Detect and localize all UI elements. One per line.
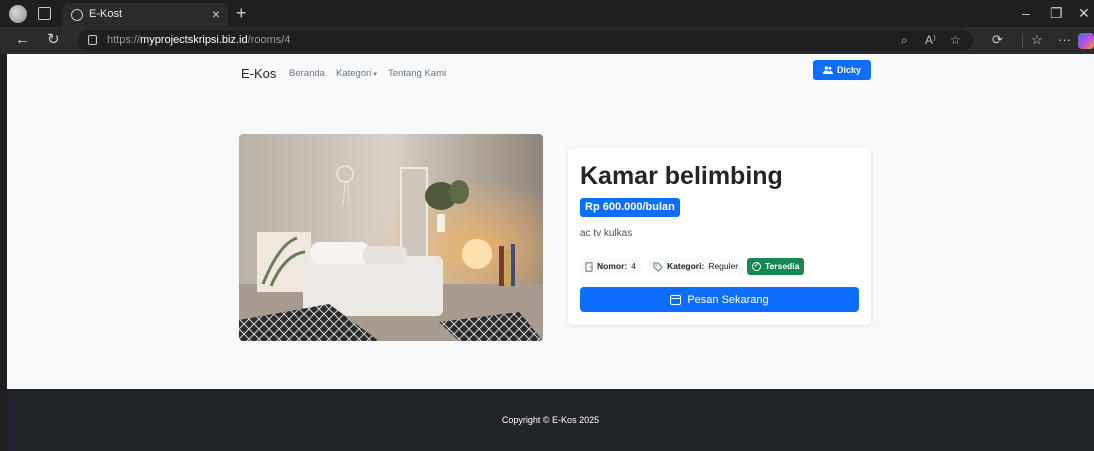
users-icon — [822, 66, 833, 74]
tab-close-icon[interactable]: × — [212, 6, 220, 22]
back-icon[interactable]: ← — [15, 31, 30, 49]
room-category-badge: Kategori: Reguler — [648, 258, 744, 275]
calendar-icon — [670, 294, 682, 305]
zoom-icon[interactable]: ⌕ — [901, 33, 908, 47]
browser-address-bar: ← ↻ https://myprojectskripsi.biz.id/room… — [0, 27, 1094, 54]
minimize-button[interactable]: – — [1022, 3, 1030, 23]
toolbar-divider — [1022, 35, 1023, 47]
url-text: https://myprojectskripsi.biz.id/rooms/4 — [107, 34, 291, 46]
door-icon — [585, 261, 593, 272]
nav-link-beranda[interactable]: Beranda — [289, 68, 325, 79]
extensions-icon[interactable]: ⟳ — [992, 32, 1003, 48]
room-title: Kamar belimbing — [580, 162, 783, 190]
web-page: E-Kos Beranda Kategori ▾ Tentang Kami Dic… — [7, 54, 1094, 451]
room-number-badge: Nomor: 4 — [580, 258, 641, 275]
refresh-icon[interactable]: ↻ — [47, 31, 60, 49]
user-name: Dicky — [836, 65, 862, 75]
copilot-icon[interactable] — [1078, 33, 1094, 49]
chevron-down-icon: ▾ — [373, 71, 377, 78]
lock-icon[interactable] — [88, 35, 97, 45]
footer: Copyright © E-Kos 2025 — [7, 389, 1094, 451]
room-photo — [239, 134, 543, 341]
navbar-brand[interactable]: E-Kos — [241, 66, 276, 81]
room-facilities: ac tv kulkas — [580, 228, 633, 239]
tab-title: E-Kost — [89, 8, 123, 20]
browser-tab[interactable]: E-Kost × — [62, 3, 228, 27]
copyright-text: Copyright © E-Kos 2025 — [501, 415, 600, 425]
profile-avatar[interactable] — [9, 5, 27, 23]
restore-button[interactable]: ❐ — [1050, 3, 1063, 23]
read-aloud-icon[interactable]: A⁾ — [925, 33, 936, 47]
new-tab-button[interactable]: + — [236, 2, 247, 24]
favorite-star-icon[interactable]: ☆ — [950, 33, 961, 47]
user-menu-button[interactable]: Dicky — [813, 60, 871, 80]
price-badge: Rp 600.000/bulan — [580, 198, 680, 217]
globe-icon — [71, 9, 83, 21]
check-circle-icon: ✓ — [752, 262, 761, 271]
url-field[interactable]: https://myprojectskripsi.biz.id/rooms/4 … — [78, 30, 973, 51]
tag-icon — [653, 262, 663, 272]
book-now-button[interactable]: Pesan Sekarang — [580, 287, 859, 312]
more-menu-icon[interactable]: ··· — [1058, 32, 1071, 48]
close-window-button[interactable]: ✕ — [1078, 3, 1090, 23]
availability-badge: ✓ Tersedia — [747, 258, 805, 275]
room-detail-card: Kamar belimbing Rp 600.000/bulan ac tv k… — [568, 148, 871, 325]
nav-link-kategori[interactable]: Kategori ▾ — [336, 68, 377, 79]
favorites-icon[interactable]: ☆ — [1031, 32, 1043, 48]
tab-actions-icon[interactable] — [38, 7, 51, 20]
browser-tab-bar: E-Kost × + – ❐ ✕ — [0, 0, 1094, 27]
nav-link-tentang-kami[interactable]: Tentang Kami — [388, 68, 446, 79]
